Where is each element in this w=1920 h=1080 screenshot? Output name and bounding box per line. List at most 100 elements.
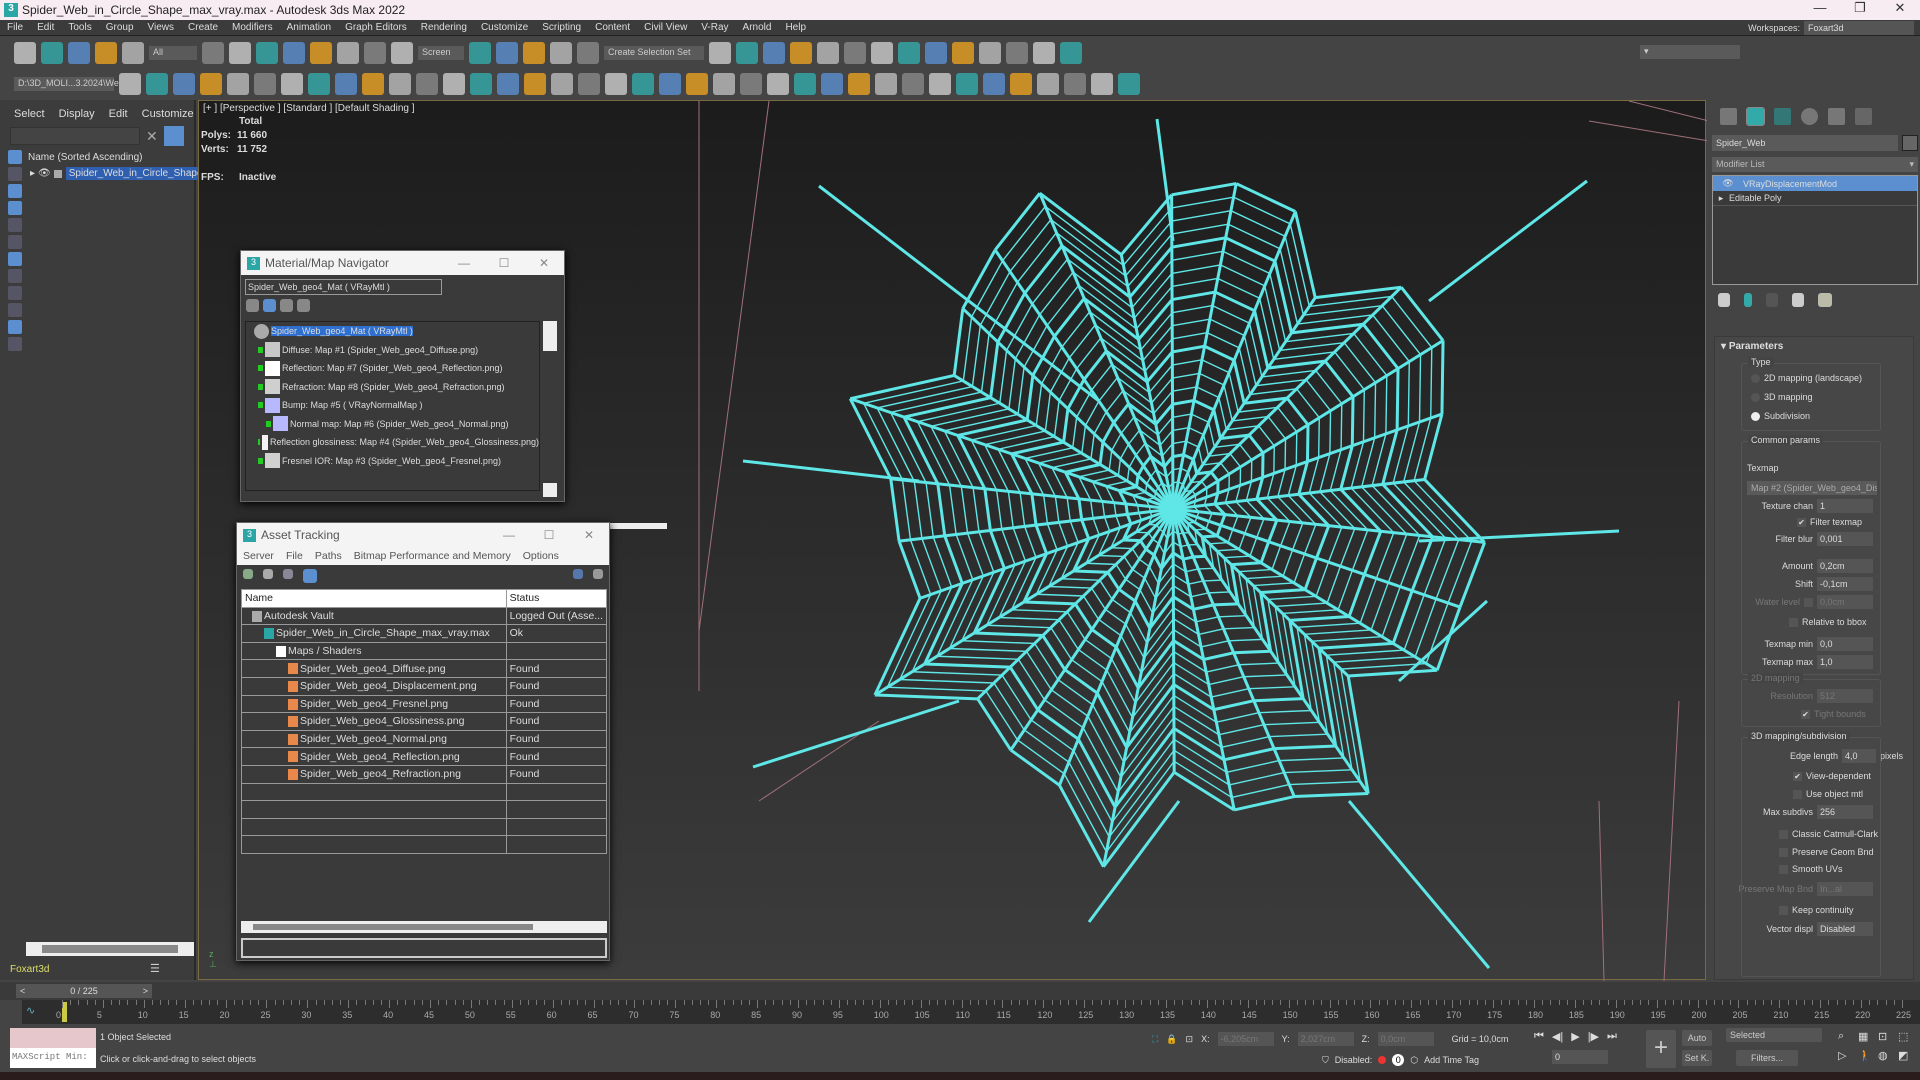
y-field[interactable]: 2,027cm <box>1297 1032 1354 1046</box>
object-name-field[interactable]: Spider_Web <box>1712 135 1898 151</box>
asset-menu-item[interactable]: Paths <box>315 550 342 562</box>
layers-icon[interactable]: ☰ <box>150 962 160 975</box>
filter-icon[interactable] <box>163 126 184 146</box>
vray-log-icon[interactable] <box>956 73 978 95</box>
maximize-button[interactable]: ☐ <box>484 251 524 275</box>
table-row[interactable]: Spider_Web_in_Circle_Shape_max_vray.max O… <box>241 624 608 643</box>
map-tree-item[interactable]: Bump: Map #5 ( VRayNormalMap ) <box>246 396 539 415</box>
list-icons-view-icon[interactable] <box>263 299 276 312</box>
lights-filter-icon[interactable] <box>8 184 22 198</box>
param-spinner[interactable]: 0,0 <box>1817 637 1873 651</box>
tree-scrollbar[interactable] <box>543 321 557 351</box>
render-icon[interactable] <box>979 42 1001 64</box>
menu-customize[interactable]: Customize <box>474 22 535 33</box>
lock-icon[interactable]: 🔒 <box>1166 1034 1177 1045</box>
menu-arnold[interactable]: Arnold <box>736 22 779 33</box>
z-field[interactable]: 0,0cm <box>1377 1032 1434 1046</box>
omni-icon[interactable] <box>416 73 438 95</box>
minimize-button[interactable]: — <box>1800 0 1840 16</box>
undo-icon[interactable] <box>14 42 36 64</box>
menu-civil-view[interactable]: Civil View <box>637 22 694 33</box>
utilities-tab-icon[interactable] <box>1855 108 1872 125</box>
remove-modifier-icon[interactable] <box>1792 293 1804 307</box>
window-crossing-icon[interactable] <box>283 42 305 64</box>
menu-v-ray[interactable]: V-Ray <box>694 22 735 33</box>
curve-editor-icon[interactable] <box>844 42 866 64</box>
material-root[interactable]: Spider_Web_geo4_Mat ( VRayMtl ) <box>246 322 539 341</box>
next-key-icon[interactable]: |▶ <box>1588 1030 1599 1043</box>
param-spinner[interactable]: 0,001 <box>1817 532 1873 546</box>
vray-grass-icon[interactable] <box>713 73 735 95</box>
current-frame-field[interactable]: 0 <box>1552 1050 1608 1064</box>
map-tree-item[interactable]: Refraction: Map #8 (Spider_Web_geo4_Refr… <box>246 378 539 397</box>
vray-multi-icon[interactable] <box>794 73 816 95</box>
menu-content[interactable]: Content <box>588 22 637 33</box>
auto-key-button[interactable]: Auto <box>1682 1030 1712 1046</box>
go-to-end-icon[interactable]: ⏭ <box>1607 1030 1617 1043</box>
absolute-mode-icon[interactable]: ⊡ <box>1186 1034 1194 1045</box>
project-folder-icon[interactable] <box>119 73 141 95</box>
geometry-filter-icon[interactable] <box>8 150 22 164</box>
prev-key-icon[interactable]: ◀| <box>1552 1030 1563 1043</box>
folder-icon[interactable] <box>200 73 222 95</box>
spot-light-icon[interactable] <box>389 73 411 95</box>
checkbox-icon[interactable] <box>1804 597 1813 607</box>
map-tree-item[interactable]: Reflection: Map #7 (Spider_Web_geo4_Refl… <box>246 359 539 378</box>
adaptive-degradation-icon[interactable]: ⛉ <box>1322 1055 1329 1066</box>
folder-icon[interactable] <box>146 73 168 95</box>
tab-customize[interactable]: Customize <box>142 108 194 120</box>
workspaces-select[interactable]: Foxart3d <box>1804 21 1914 35</box>
table-row[interactable]: Spider_Web_geo4_Reflection.png Found <box>241 747 608 766</box>
restore-button[interactable]: ❐ <box>1840 0 1880 16</box>
modifier-stack-item[interactable]: ▸ Editable Poly <box>1713 191 1917 206</box>
param-spinner[interactable]: 0,0cm <box>1817 595 1873 609</box>
modifier-list-dropdown[interactable]: Modifier List ▾ <box>1712 157 1918 172</box>
menu-scripting[interactable]: Scripting <box>535 22 588 33</box>
frozen-filter-icon[interactable] <box>8 337 22 351</box>
table-view-icon[interactable] <box>303 569 317 583</box>
checkbox-icon[interactable] <box>1789 617 1798 627</box>
scene-search-input[interactable] <box>10 127 140 145</box>
trees-icon[interactable] <box>929 73 951 95</box>
tab-select[interactable]: Select <box>14 108 45 120</box>
small-icons-view-icon[interactable] <box>280 299 293 312</box>
table-row[interactable]: Spider_Web_geo4_Glossiness.png Found <box>241 712 608 731</box>
menu-file[interactable]: File <box>0 22 30 33</box>
param-spinner[interactable]: 0,2cm <box>1817 559 1873 573</box>
vray-fire-icon[interactable] <box>740 73 762 95</box>
list-view-icon[interactable] <box>246 299 259 312</box>
map-tree-item[interactable]: Fresnel IOR: Map #3 (Spider_Web_geo4_Fre… <box>246 452 539 471</box>
timeline-ruler[interactable]: ∿ 0 5 10 15 20 25 30 35 40 45 50 55 60 65 70 75 80 85 90 95… <box>22 1000 1920 1024</box>
render-setup-icon[interactable] <box>925 42 947 64</box>
asset-menu-item[interactable]: Server <box>243 550 274 562</box>
vray-import-icon[interactable] <box>1064 73 1086 95</box>
minimize-button[interactable]: — <box>444 251 484 275</box>
layer-explorer-icon[interactable] <box>790 42 812 64</box>
zoom-all-icon[interactable]: ▦ <box>1858 1030 1874 1043</box>
bind-spacewarp-icon[interactable] <box>122 42 144 64</box>
record-icon[interactable] <box>1378 1056 1387 1064</box>
maximize-button[interactable]: ☐ <box>529 523 569 547</box>
geosphere-icon[interactable] <box>470 73 492 95</box>
sphere-icon[interactable] <box>254 73 276 95</box>
checkin-icon[interactable] <box>243 569 253 579</box>
modify-tab-icon[interactable] <box>1746 107 1765 126</box>
helper-icon[interactable] <box>362 73 384 95</box>
texmap-button[interactable]: Map #2 (Spider_Web_geo4_Displace <box>1747 481 1877 495</box>
window-titlebar[interactable]: 3 Asset Tracking — ☐ ✕ <box>237 523 609 547</box>
filters-button[interactable]: Filters... <box>1736 1050 1798 1066</box>
sun-icon[interactable] <box>443 73 465 95</box>
pin-stack-icon[interactable] <box>1718 293 1730 307</box>
type-radio[interactable]: Subdivision <box>1751 411 1810 421</box>
menu-graph-editors[interactable]: Graph Editors <box>338 22 414 33</box>
menu-views[interactable]: Views <box>141 22 182 33</box>
light-icon[interactable] <box>335 73 357 95</box>
table-row[interactable]: Maps / Shaders <box>241 641 608 661</box>
select-by-name-icon[interactable] <box>229 42 251 64</box>
x-field[interactable]: -6,205cm <box>1217 1032 1274 1046</box>
cameras-filter-icon[interactable] <box>8 201 22 215</box>
fov-icon[interactable]: ▷ <box>1838 1049 1854 1062</box>
param-spinner[interactable]: 1 <box>1817 499 1873 513</box>
asset-menu-item[interactable]: Bitmap Performance and Memory <box>354 550 511 562</box>
hierarchy-tab-icon[interactable] <box>1774 108 1791 125</box>
